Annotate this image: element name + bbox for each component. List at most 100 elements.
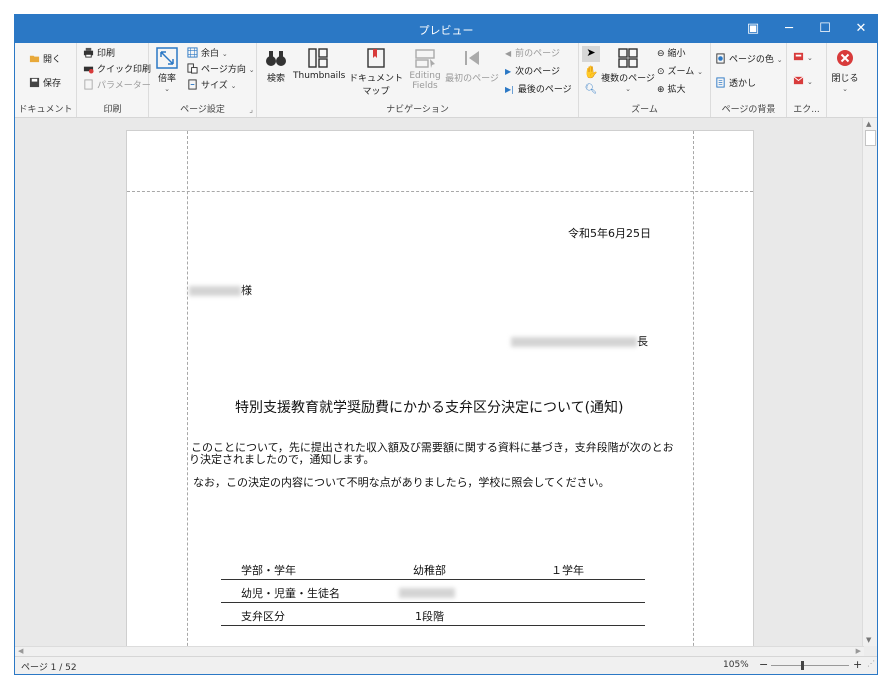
ribbon: 開く 保存 ドキュメント 印刷 クイック印刷 パラメーター 印刷 倍率 ⌄ 余白… [15,43,877,118]
zoom-caret-icon: ⌄ [697,68,704,76]
send-button[interactable]: ⌄ [793,75,813,89]
document-map-icon [367,48,385,68]
zoom-plus-button[interactable]: + [853,658,862,671]
prev-page-button[interactable]: ◀ 前のページ [505,47,560,61]
search-button[interactable]: 検索 [261,47,291,84]
document-viewer[interactable]: 令和5年6月25日 様 長 特別支援教育就学奨励費にかかる支弁区分決定について(… [15,118,864,646]
vertical-scroll-thumb[interactable] [865,130,876,146]
binoculars-icon [266,51,286,66]
status-bar: ページ 1 / 52 105% − + ⋰ [15,656,877,674]
zoom-in-button[interactable]: ⊕ 拡大 [657,83,686,97]
close-circle-icon [837,50,853,66]
zoom-in-icon: ⊕ [657,85,665,95]
page-setup-group-label: ページ設定 [180,105,225,115]
zoom-out-icon: ⊖ [657,49,665,59]
first-page-button[interactable]: 最初のページ [445,47,499,84]
export-caret-icon: ⌄ [807,54,813,62]
editing-fields-button[interactable]: Editing Fields [409,47,441,91]
document-group-label: ドキュメント [18,105,73,115]
zoom-minus-button[interactable]: − [759,658,768,671]
next-page-button[interactable]: ▶ 次のページ [505,65,560,79]
navigation-group-label: ナビゲーション [386,105,449,115]
close-preview-button[interactable]: 閉じる ⌄ [829,47,861,94]
zoom-group-label: ズーム [631,105,658,115]
zoom-icon: ⊙ [657,67,665,77]
grade-value: １学年 [551,564,584,577]
size-caret-icon: ⌄ [230,82,237,90]
student-name-label: 幼児・児童・生徒名 [241,587,340,600]
size-button[interactable]: サイズ ⌄ [187,79,236,93]
margin-guide-right [693,131,694,646]
print-group: 印刷 クイック印刷 パラメーター 印刷 [77,43,151,117]
multi-page-caret-icon: ⌄ [625,85,631,93]
student-name-blur [399,588,455,598]
size-label: サイズ [201,81,228,91]
scroll-up-icon[interactable]: ▲ [866,120,871,128]
zoom-level: 105% [723,660,749,670]
category-value: 1段階 [415,610,444,623]
zoom-out-button[interactable]: ⊖ 縮小 [657,47,686,61]
last-page-button[interactable]: ▶| 最後のページ [505,83,572,97]
watermark-label: 透かし [729,79,757,89]
save-button[interactable]: 保存 [29,77,61,91]
maximize-button[interactable]: ☐ [807,15,843,43]
student-name-redacted [399,586,455,599]
scroll-right-icon[interactable]: ▶ [856,647,861,655]
print-button[interactable]: 印刷 [83,47,115,61]
magnifier-tool-icon[interactable]: 🔍︎ [582,84,600,100]
printer-icon [83,47,94,58]
pointer-tool-icon[interactable]: ➤ [582,46,600,62]
title-bar: プレビュー ▣ ─ ☐ ✕ [15,15,877,43]
open-button[interactable]: 開く [29,53,61,67]
zoom-in-label: 拡大 [667,85,686,95]
editing-fields-label-2: Fields [412,81,438,91]
multi-page-button[interactable]: 複数のページ ⌄ [601,47,655,94]
page-color-label: ページの色 [729,55,774,65]
close-caret-icon: ⌄ [842,85,848,93]
send-caret-icon: ⌄ [807,78,813,86]
sender-name-redacted [511,337,637,347]
hand-tool-icon[interactable]: ✋ [582,65,600,81]
page-color-button[interactable]: ページの色 ⌄ [715,53,783,67]
quick-printer-icon [83,66,94,74]
multi-page-label: 複数のページ [601,74,655,84]
page-setup-dialog-launcher-icon[interactable]: ⌟ [249,105,253,114]
save-icon [29,77,40,88]
close-window-button[interactable]: ✕ [843,15,877,43]
orientation-button[interactable]: ページ方向 ⌄ [187,63,255,77]
vertical-scrollbar[interactable]: ▲ ▼ [862,118,877,646]
page-size-icon [188,79,197,90]
scroll-left-icon[interactable]: ◀ [18,647,23,655]
sender-suffix: 長 [637,335,648,348]
watermark-button[interactable]: 透かし [715,77,756,91]
first-page-icon [465,51,479,65]
zoom-slider-track[interactable] [771,661,849,670]
margins-icon [187,47,198,58]
thumbnails-icon [308,48,328,68]
department-value: 幼稚部 [413,564,446,577]
parameters-button[interactable]: パラメーター [83,79,151,93]
zoom-out-label: 縮小 [667,49,686,59]
resize-grip-icon[interactable]: ⋰ [867,659,875,668]
thumbnails-button[interactable]: Thumbnails [293,47,345,81]
first-page-label: 最初のページ [445,74,499,84]
orientation-icon [187,63,198,74]
navigation-group: 検索 Thumbnails ドキュメントマップ Editing Fields 最初… [257,43,579,117]
document-map-label: ドキュメントマップ [348,74,403,97]
search-label: 検索 [266,74,285,84]
margins-button[interactable]: 余白 ⌄ [187,47,228,61]
document-map-button[interactable]: ドキュメントマップ [345,47,407,97]
scale-button[interactable]: 倍率 ⌄ [153,47,181,94]
zoom-button[interactable]: ⊙ ズーム ⌄ [657,65,703,79]
page-background-group-label: ページの背景 [721,105,776,115]
restore-layout-button[interactable]: ▣ [735,15,771,43]
next-page-icon: ▶ [505,67,512,76]
last-page-icon: ▶| [505,85,514,94]
zoom-label: ズーム [667,67,695,77]
zoom-slider-thumb[interactable] [801,661,805,670]
export-button[interactable]: ⌄ [793,51,813,65]
scroll-down-icon[interactable]: ▼ [866,636,871,644]
document-title: 特別支援教育就学奨励費にかかる支弁区分決定について(通知) [235,400,624,416]
quick-print-button[interactable]: クイック印刷 [83,63,151,77]
minimize-button[interactable]: ─ [771,15,807,43]
